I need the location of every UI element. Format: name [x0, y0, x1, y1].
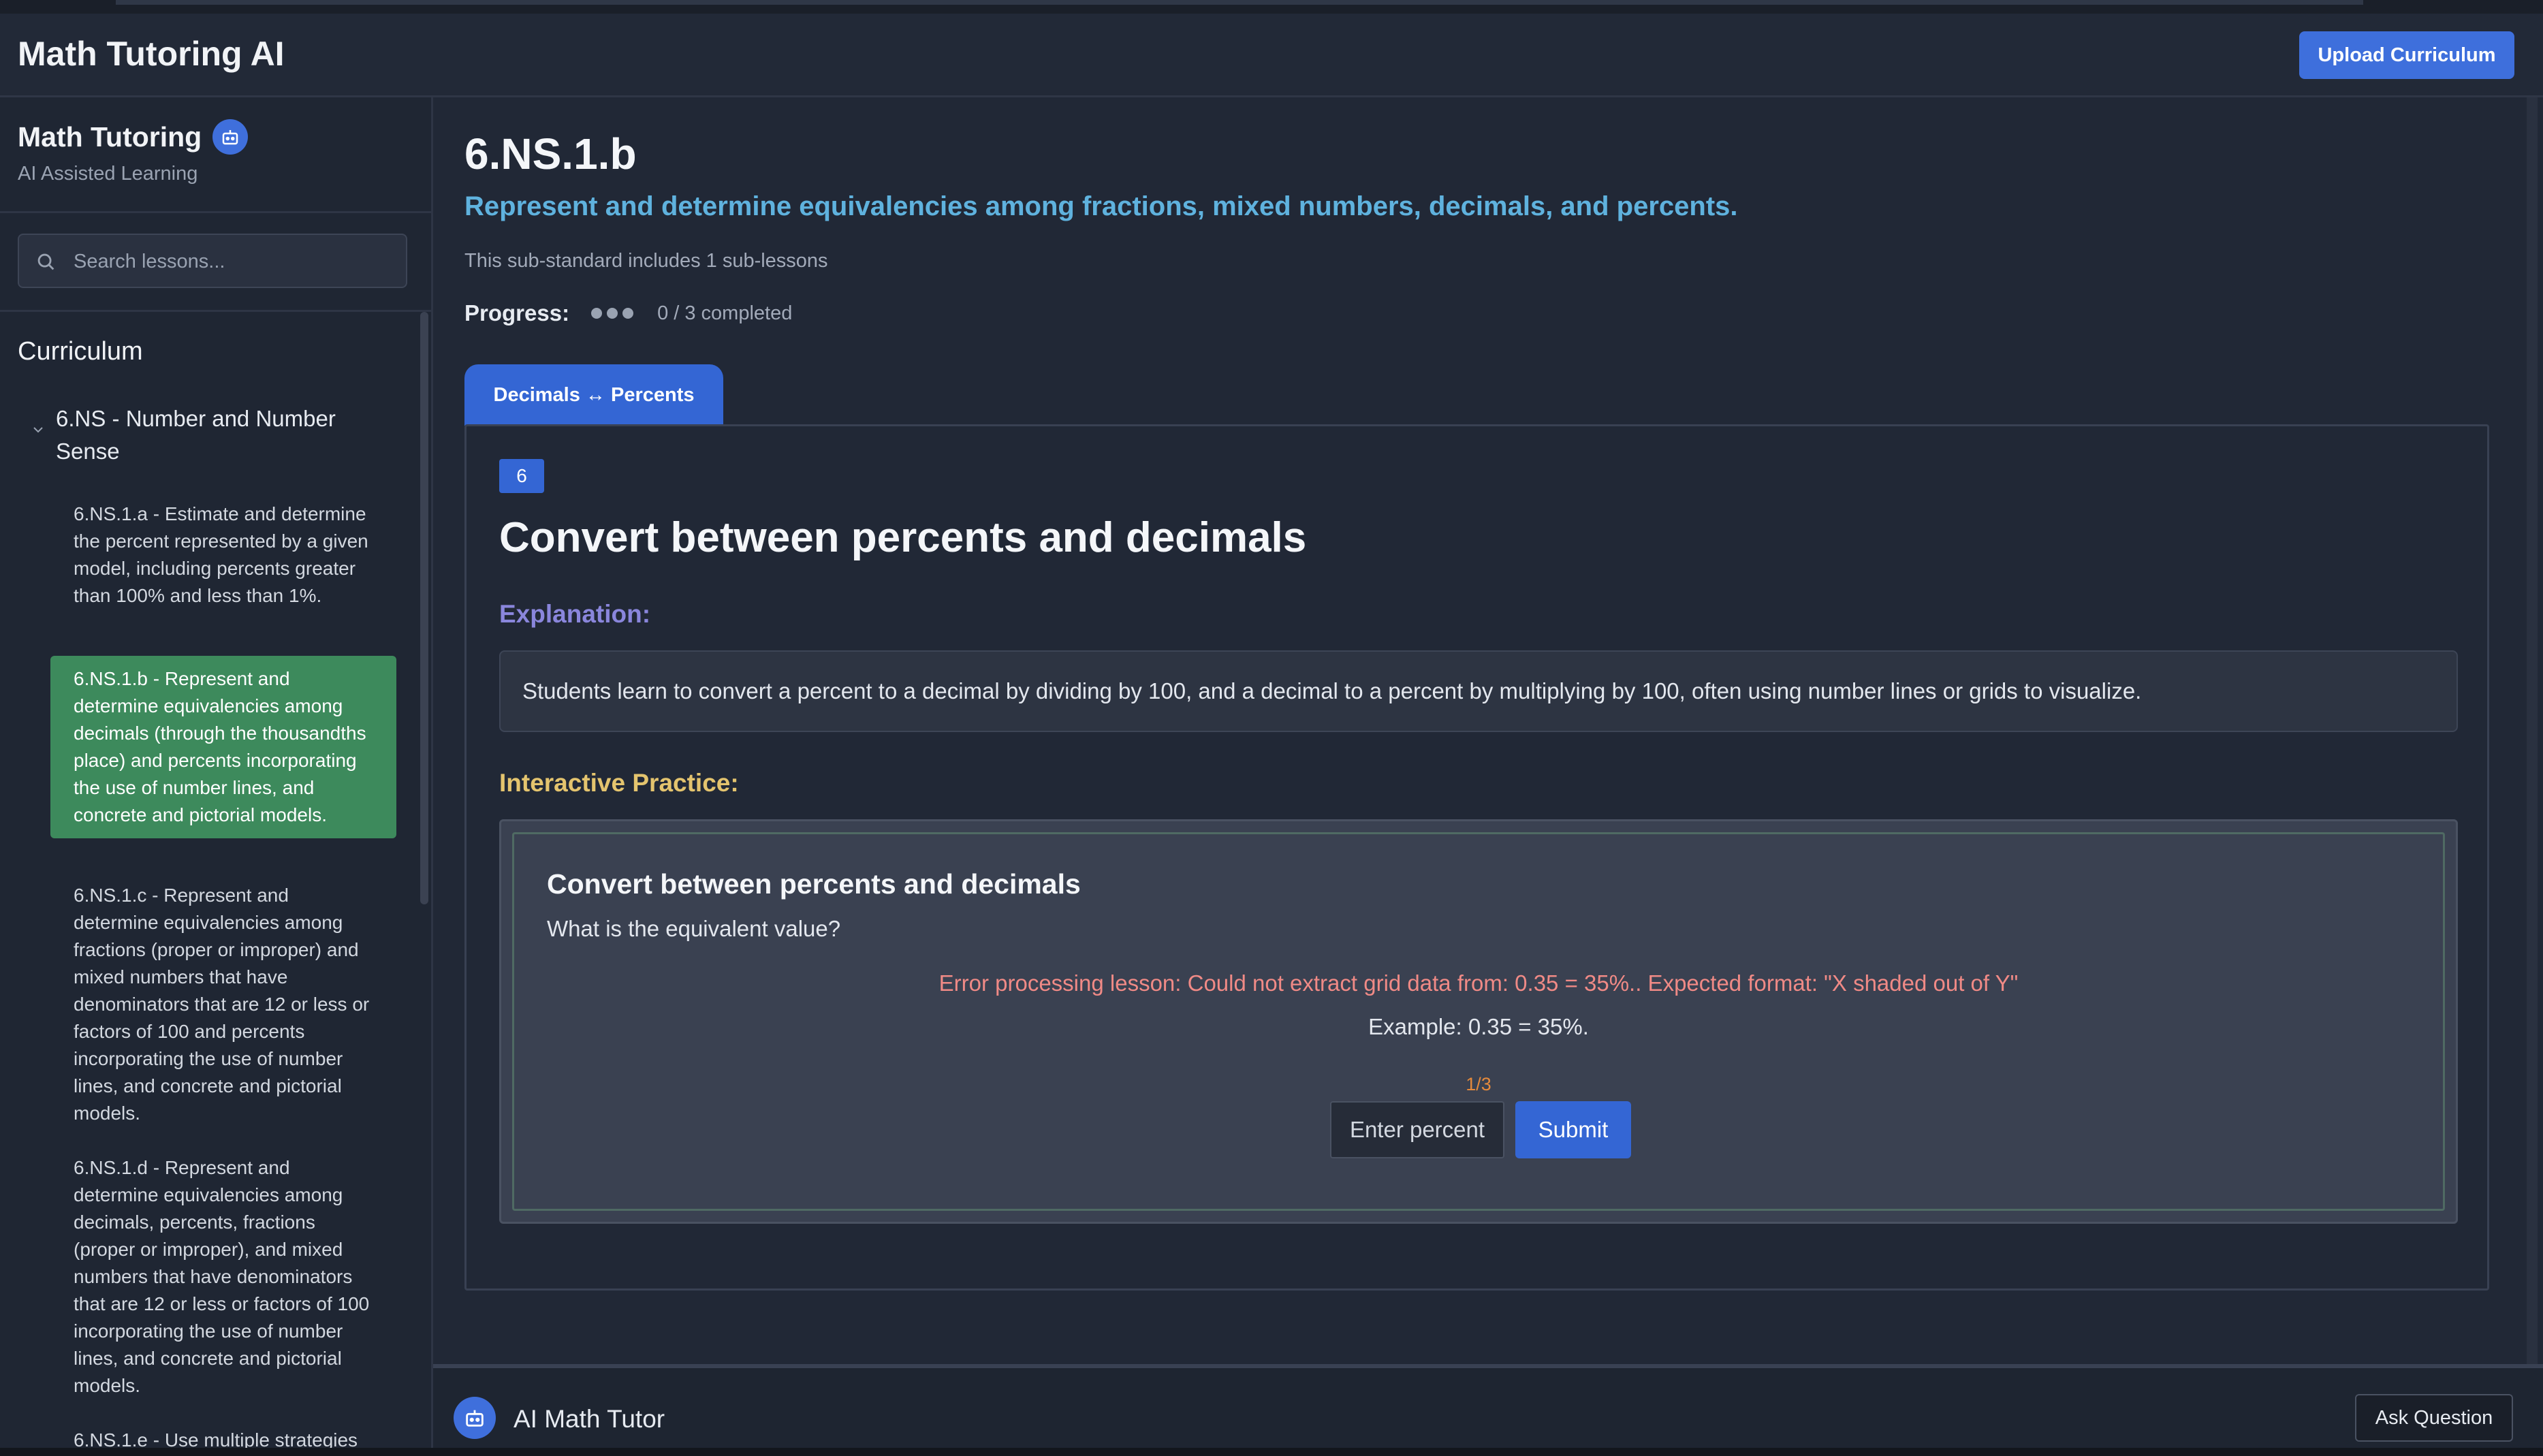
robot-icon — [212, 119, 249, 155]
sidebar-subtitle: AI Assisted Learning — [18, 163, 198, 185]
search-input[interactable] — [72, 235, 395, 288]
curriculum-group-label: 6.NS - Number and Number Sense — [56, 406, 336, 464]
grade-badge: 6 — [499, 459, 544, 493]
sidebar-brand: Math Tutoring — [18, 119, 249, 155]
practice-title: Convert between percents and decimals — [547, 868, 1081, 900]
app-header: Math Tutoring AI Upload Curriculum — [0, 14, 2543, 97]
sidebar: Math Tutoring AI Assisted Learning Curri… — [0, 97, 433, 1456]
lesson-item-6ns1c[interactable]: 6.NS.1.c - Represent and determine equiv… — [50, 882, 396, 1127]
progress-dots — [591, 308, 638, 319]
search-box — [18, 234, 407, 288]
progress-text: 0 / 3 completed — [657, 302, 793, 324]
error-message: Error processing lesson: Could not extra… — [938, 970, 2019, 996]
example-text: Example: 0.35 = 35%. — [1368, 1014, 1589, 1039]
lesson-item-6ns1b[interactable]: 6.NS.1.b - Represent and determine equiv… — [50, 656, 396, 838]
question-counter: 1/3 — [1466, 1074, 1491, 1094]
practice-question: What is the equivalent value? — [547, 916, 841, 941]
percent-input[interactable] — [1330, 1101, 1504, 1158]
ai-tutor-bar: AI Math Tutor Ask Question — [433, 1364, 2543, 1450]
divider — [0, 310, 431, 312]
progress-dot — [591, 308, 603, 319]
explanation-box: Students learn to convert a percent to a… — [499, 650, 2458, 732]
lesson-item-6ns1a[interactable]: 6.NS.1.a - Estimate and determine the pe… — [50, 501, 396, 610]
ask-question-button[interactable]: Ask Question — [2355, 1394, 2513, 1442]
curriculum-group-6ns[interactable]: 6.NS - Number and Number Sense — [30, 402, 391, 468]
search-icon — [34, 250, 57, 276]
practice-heading: Interactive Practice: — [499, 769, 739, 797]
lesson-card: 6 Convert between percents and decimals … — [464, 424, 2489, 1291]
standard-description: Represent and determine equivalencies am… — [464, 191, 1738, 221]
sub-standard-info: This sub-standard includes 1 sub-lessons — [464, 250, 828, 272]
divider — [0, 211, 431, 213]
window-bottom-strip — [0, 1448, 2543, 1456]
submit-button[interactable]: Submit — [1515, 1101, 1631, 1158]
progress-dot — [622, 308, 634, 319]
progress-dot — [607, 308, 618, 319]
app-title: Math Tutoring AI — [18, 35, 285, 73]
curriculum-title: Curriculum — [18, 337, 143, 366]
tutor-title: AI Math Tutor — [514, 1405, 665, 1433]
practice-panel: Convert between percents and decimals Wh… — [499, 819, 2458, 1224]
explanation-heading: Explanation: — [499, 600, 651, 628]
robot-icon — [454, 1397, 496, 1439]
practice-card: Convert between percents and decimals Wh… — [512, 832, 2445, 1211]
tab-decimals-percents[interactable]: Decimals ↔ Percents — [464, 364, 723, 426]
standard-code: 6.NS.1.b — [464, 129, 637, 178]
main-scrollbar[interactable] — [2527, 97, 2538, 1364]
sidebar-scrollbar[interactable] — [420, 312, 428, 904]
main-content: 6.NS.1.b Represent and determine equival… — [433, 97, 2529, 1364]
window-top-strip — [0, 0, 2543, 14]
progress-row: Progress: 0 / 3 completed — [464, 300, 792, 326]
chevron-down-icon — [30, 422, 46, 468]
lesson-item-6ns1d[interactable]: 6.NS.1.d - Represent and determine equiv… — [50, 1154, 396, 1399]
explanation-text: Students learn to convert a percent to a… — [522, 678, 2142, 703]
lesson-title: Convert between percents and decimals — [499, 514, 1307, 561]
sidebar-brand-label: Math Tutoring — [18, 121, 202, 153]
upload-curriculum-button[interactable]: Upload Curriculum — [2299, 31, 2514, 79]
progress-label: Progress: — [464, 300, 570, 326]
top-scroll-indicator — [116, 0, 2363, 5]
